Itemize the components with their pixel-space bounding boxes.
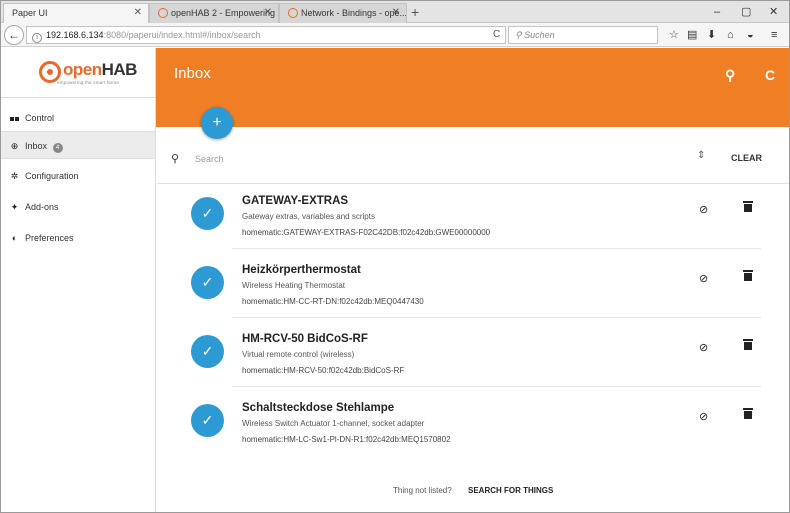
bookmark-star-icon[interactable]: ☆: [669, 27, 679, 43]
sidebar-item-preferences[interactable]: ◐ Preferences: [1, 224, 155, 252]
download-icon[interactable]: ⬇: [707, 27, 716, 43]
search-icon: ⚲: [171, 153, 180, 165]
sort-icon[interactable]: ⇕: [697, 150, 705, 161]
sidebar: Control ⊕ Inbox 4 ✲ Configuration ✦ Add-…: [1, 98, 156, 512]
magnifier-icon: ⚲: [515, 30, 522, 40]
thing-subtitle: Virtual remote control (wireless): [242, 350, 355, 359]
thing-not-listed-text: Thing not listed?: [393, 486, 452, 495]
sidebar-item-label: Preferences: [25, 233, 74, 243]
search-bar: ⚲ ⇕ CLEAR: [157, 147, 777, 173]
close-icon[interactable]: ✕: [264, 7, 272, 18]
thing-subtitle: Wireless Switch Actuator 1-channel, sock…: [242, 419, 425, 428]
inbox-content: ⚲ ⇕ CLEAR ✓ GATEWAY-EXTRAS Gateway extra…: [157, 127, 789, 512]
window-close-button[interactable]: ✕: [769, 3, 778, 21]
card-divider: [232, 248, 761, 249]
sidebar-item-label: Control: [25, 113, 55, 123]
card-divider: [232, 317, 761, 318]
thing-subtitle: Gateway extras, variables and scripts: [242, 212, 375, 221]
close-icon[interactable]: ✕: [392, 7, 400, 18]
approve-check-icon[interactable]: ✓: [191, 266, 224, 299]
reading-list-icon[interactable]: ▤: [687, 27, 697, 43]
plus-circle-icon: ⊕: [10, 141, 19, 151]
thing-uid: homematic:HM-LC-Sw1-Pl-DN-R1:f02c42db:ME…: [242, 435, 451, 444]
browser-search-placeholder: Suchen: [524, 30, 555, 40]
maximize-button[interactable]: ▢: [741, 3, 751, 21]
navigation-bar: ← i 192.168.6.134:8080/paperui/index.html…: [1, 23, 789, 47]
sidebar-item-inbox[interactable]: ⊕ Inbox 4: [1, 131, 155, 159]
gear-icon: ✲: [10, 171, 19, 181]
thing-title: GATEWAY-EXTRAS: [242, 195, 349, 207]
tab-label: Paper UI: [12, 8, 48, 18]
refresh-icon[interactable]: C: [765, 67, 775, 83]
sidebar-item-label: Add-ons: [25, 202, 59, 212]
thing-uid: homematic:HM-RCV-50:f02c42db:BidCoS-RF: [242, 366, 405, 375]
logo[interactable]: openHAB empowering the smart home: [1, 48, 156, 98]
openhab-favicon-icon: [288, 8, 298, 18]
thing-card[interactable]: ✓ GATEWAY-EXTRAS Gateway extras, variabl…: [187, 191, 761, 257]
url-host: 192.168.6.134: [46, 30, 104, 40]
delete-icon[interactable]: [743, 201, 753, 212]
thing-card[interactable]: ✓ Heizkörperthermostat Wireless Heating …: [187, 260, 761, 326]
browser-search-field[interactable]: ⚲ Suchen: [508, 26, 658, 44]
thing-card[interactable]: ✓ Schaltsteckdose Stehlampe Wireless Swi…: [187, 398, 761, 464]
approve-check-icon[interactable]: ✓: [191, 197, 224, 230]
thing-title: Heizkörperthermostat: [242, 264, 361, 276]
tab-paper-ui[interactable]: Paper UI ✕: [3, 3, 149, 23]
thing-uid: homematic:GATEWAY-EXTRAS-F02C42DB:f02c42…: [242, 228, 491, 237]
inbox-count-badge: 4: [52, 143, 63, 153]
home-icon[interactable]: ⌂: [727, 27, 734, 43]
sidebar-item-control[interactable]: Control: [1, 104, 155, 149]
ignore-eye-off-icon[interactable]: ⊘: [699, 203, 708, 216]
clear-button[interactable]: CLEAR: [731, 153, 762, 163]
tab-strip: Paper UI ✕ openHAB 2 - Empowering ... ✕ …: [1, 1, 789, 23]
url-bar[interactable]: i 192.168.6.134:8080/paperui/index.html#/…: [26, 26, 506, 44]
logo-tagline: empowering the smart home: [57, 80, 120, 85]
openhab-favicon-icon: [158, 8, 168, 18]
card-divider: [232, 386, 761, 387]
thing-uid: homematic:HM-CC-RT-DN:f02c42db:MEQ044743…: [242, 297, 424, 306]
url-path: :8080/paperui/index.html#/inbox/search: [103, 30, 261, 40]
delete-icon[interactable]: [743, 270, 753, 281]
menu-icon[interactable]: ≡: [771, 27, 777, 43]
tab-network-bindings[interactable]: Network - Bindings - ope... ✕: [279, 3, 407, 23]
delete-icon[interactable]: [743, 339, 753, 350]
search-input[interactable]: [195, 150, 625, 168]
thing-subtitle: Wireless Heating Thermostat: [242, 281, 345, 290]
delete-icon[interactable]: [743, 408, 753, 419]
thing-card[interactable]: ✓ HM-RCV-50 BidCoS-RF Virtual remote con…: [187, 329, 761, 395]
reload-icon[interactable]: C: [493, 26, 500, 44]
ignore-eye-off-icon[interactable]: ⊘: [699, 341, 708, 354]
ignore-eye-off-icon[interactable]: ⊘: [699, 272, 708, 285]
divider: [157, 183, 789, 184]
sidebar-item-label: Inbox: [25, 141, 48, 151]
logo-text: openHAB: [63, 60, 137, 79]
thing-title: Schaltsteckdose Stehlampe: [242, 402, 395, 414]
sidebar-item-configuration[interactable]: ✲ Configuration: [1, 162, 155, 190]
new-tab-button[interactable]: +: [411, 3, 419, 21]
page-title: Inbox: [174, 65, 211, 82]
minimize-button[interactable]: –: [714, 3, 720, 21]
discovery-icon[interactable]: ⚲: [725, 67, 735, 84]
search-for-things-button[interactable]: SEARCH FOR THINGS: [468, 486, 553, 495]
close-icon[interactable]: ✕: [134, 7, 142, 18]
back-button[interactable]: ←: [4, 25, 24, 45]
thing-title: HM-RCV-50 BidCoS-RF: [242, 333, 368, 345]
add-thing-button[interactable]: +: [201, 107, 233, 139]
pocket-icon[interactable]: ◒: [747, 27, 754, 43]
puzzle-icon: ✦: [10, 202, 19, 212]
tab-openhab[interactable]: openHAB 2 - Empowering ... ✕: [149, 3, 279, 23]
info-icon[interactable]: i: [32, 33, 42, 43]
sidebar-item-label: Configuration: [25, 171, 79, 181]
approve-check-icon[interactable]: ✓: [191, 335, 224, 368]
sidebar-item-addons[interactable]: ✦ Add-ons: [1, 193, 155, 221]
ignore-eye-off-icon[interactable]: ⊘: [699, 410, 708, 423]
toggle-icon: ◐: [11, 233, 18, 243]
approve-check-icon[interactable]: ✓: [191, 404, 224, 437]
browser-window: Paper UI ✕ openHAB 2 - Empowering ... ✕ …: [0, 0, 790, 513]
